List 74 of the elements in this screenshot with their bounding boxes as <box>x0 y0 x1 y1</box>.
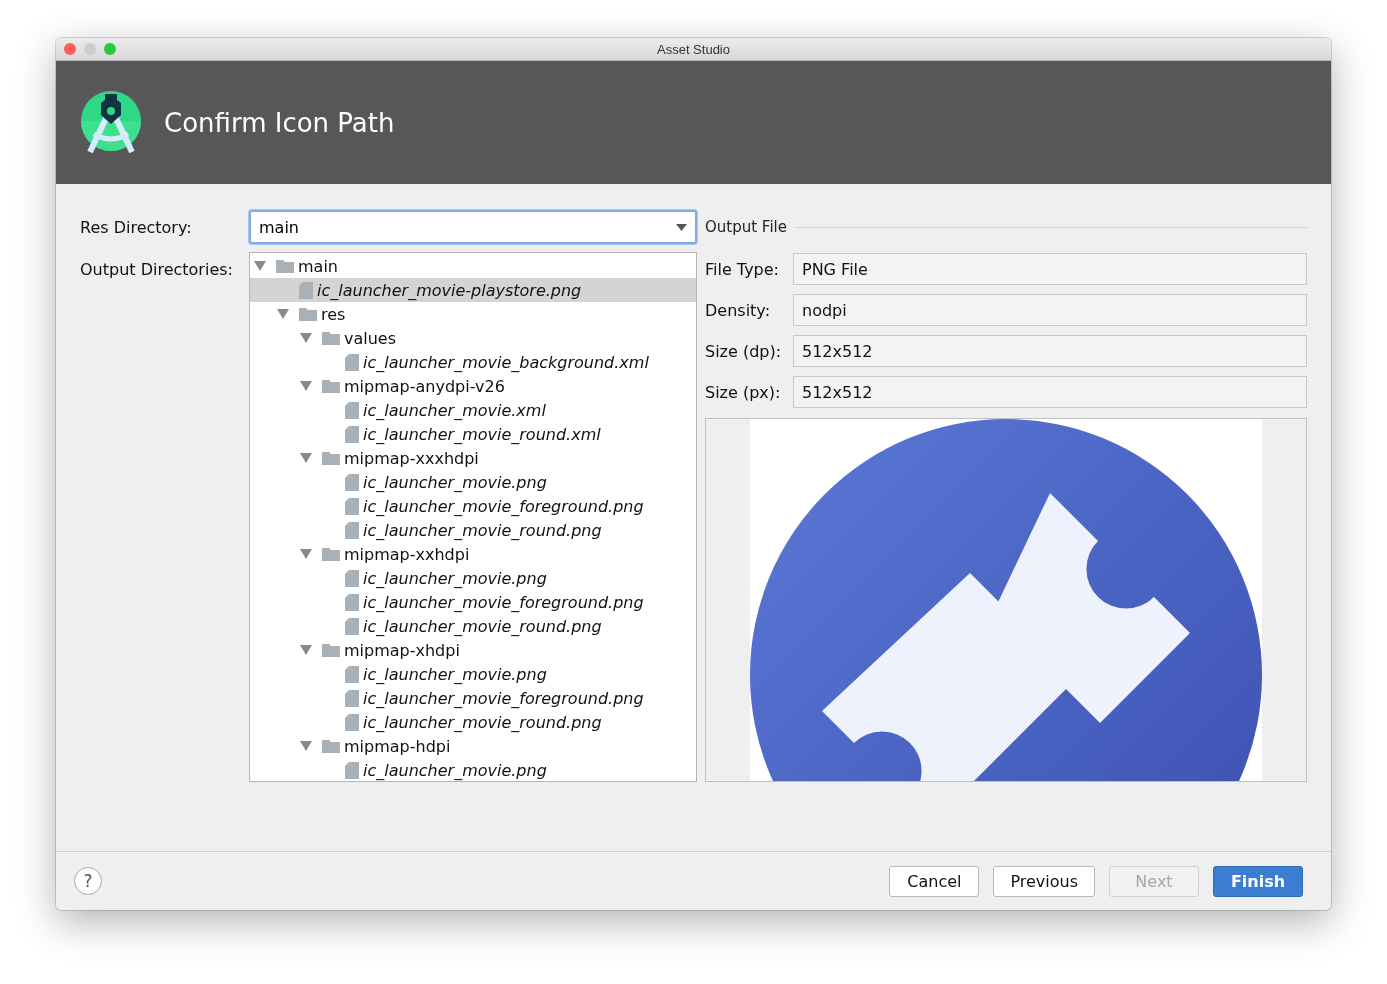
file-icon <box>345 497 359 515</box>
field-label: Size (px): <box>705 382 782 402</box>
help-button[interactable]: ? <box>74 867 102 895</box>
tree-item[interactable]: ic_launcher_movie_foreground.png <box>250 590 696 614</box>
tree-item[interactable]: ic_launcher_movie.png <box>250 566 696 590</box>
tree-item[interactable]: ic_launcher_movie-playstore.png <box>250 278 696 302</box>
close-button[interactable] <box>64 43 76 55</box>
expanded-arrow-icon[interactable] <box>300 453 312 463</box>
section-title: Output File <box>705 218 787 236</box>
tree-item[interactable]: ic_launcher_movie.png <box>250 662 696 686</box>
folder-icon <box>322 379 340 393</box>
file-icon <box>345 593 359 611</box>
file-icon <box>345 401 359 419</box>
file-icon <box>345 665 359 683</box>
tree-item[interactable]: mipmap-xxxhdpi <box>250 446 696 470</box>
file-icon <box>345 473 359 491</box>
file-icon <box>345 761 359 779</box>
tree-item[interactable]: ic_launcher_movie_round.png <box>250 710 696 734</box>
zoom-button[interactable] <box>104 43 116 55</box>
tree-item[interactable]: ic_launcher_movie_round.png <box>250 614 696 638</box>
file-icon <box>345 689 359 707</box>
tree-item[interactable]: values <box>250 326 696 350</box>
expanded-arrow-icon[interactable] <box>300 333 312 343</box>
file-icon <box>345 713 359 731</box>
tree-item[interactable]: mipmap-xxhdpi <box>250 542 696 566</box>
field-label: Output Directories: <box>80 259 234 279</box>
tree-item[interactable]: mipmap-hdpi <box>250 734 696 758</box>
tree-item[interactable]: ic_launcher_movie.png <box>250 758 696 781</box>
expanded-arrow-icon[interactable] <box>300 741 312 751</box>
expanded-arrow-icon[interactable] <box>300 381 312 391</box>
folder-icon <box>322 643 340 657</box>
tree-item[interactable]: ic_launcher_movie_foreground.png <box>250 494 696 518</box>
tree-item[interactable]: ic_launcher_movie_round.png <box>250 518 696 542</box>
tree-item[interactable]: ic_launcher_movie.png <box>250 470 696 494</box>
tree-item[interactable]: ic_launcher_movie_background.xml <box>250 350 696 374</box>
compass-logo-icon <box>80 89 142 156</box>
read-only-field: PNG File <box>793 253 1307 285</box>
dialog-button[interactable]: Cancel <box>889 865 980 897</box>
expanded-arrow-icon[interactable] <box>300 645 312 655</box>
file-icon <box>299 281 313 299</box>
window-title: Asset Studio <box>657 41 730 57</box>
file-icon <box>345 521 359 539</box>
tree-item[interactable]: mipmap-xhdpi <box>250 638 696 662</box>
expanded-arrow-icon[interactable] <box>254 261 266 271</box>
res-directory-dropdown[interactable]: main <box>249 210 697 244</box>
field-label: Density: <box>705 300 772 320</box>
read-only-field: nodpi <box>793 294 1307 326</box>
tree-item[interactable]: mipmap-anydpi-v26 <box>250 374 696 398</box>
file-icon <box>345 425 359 443</box>
folder-icon <box>322 331 340 345</box>
field-label: File Type: <box>705 259 780 279</box>
dropdown-caret-icon <box>676 223 687 231</box>
folder-icon <box>322 451 340 465</box>
field-label: Size (dp): <box>705 341 783 361</box>
folder-icon <box>322 739 340 753</box>
read-only-field: 512x512 <box>793 335 1307 367</box>
file-icon <box>345 617 359 635</box>
expanded-arrow-icon[interactable] <box>300 549 312 559</box>
folder-icon <box>276 259 294 273</box>
file-icon <box>345 353 359 371</box>
dialog-button[interactable]: Previous <box>993 865 1095 897</box>
tree-item[interactable]: res <box>250 302 696 326</box>
expanded-arrow-icon[interactable] <box>277 309 289 319</box>
read-only-field: 512x512 <box>793 376 1307 408</box>
dialog-button[interactable]: Finish <box>1213 865 1303 897</box>
tree-item[interactable]: ic_launcher_movie_foreground.png <box>250 686 696 710</box>
tree-item[interactable]: ic_launcher_movie_round.xml <box>250 422 696 446</box>
folder-icon <box>299 307 317 321</box>
tree-item[interactable]: ic_launcher_movie.xml <box>250 398 696 422</box>
field-label: Res Directory: <box>80 217 193 237</box>
header-title: Confirm Icon Path <box>164 107 395 138</box>
folder-icon <box>322 547 340 561</box>
file-icon <box>345 569 359 587</box>
tree-item[interactable]: main <box>250 254 696 278</box>
